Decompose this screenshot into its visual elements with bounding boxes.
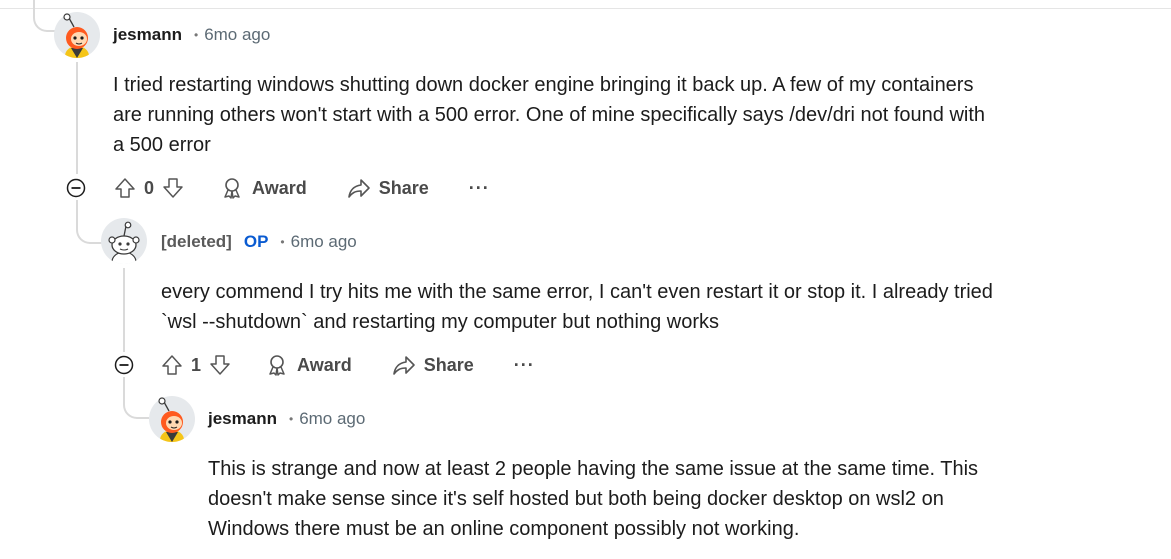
comment-body: I tried restarting windows shutting down… <box>113 70 1113 160</box>
share-label: Share <box>423 354 474 375</box>
comment-line: `wsl --shutdown` and restarting my compu… <box>161 311 720 333</box>
share-button[interactable]: Share <box>347 176 429 200</box>
award-icon <box>269 355 285 376</box>
comment-line: every commend I try hits me with the sam… <box>161 281 993 303</box>
thread-line-comment-2 <box>123 268 125 352</box>
username[interactable]: jesmann <box>113 25 182 45</box>
timestamp[interactable]: 6mo ago <box>299 409 365 429</box>
comment-line: doesn't make sense since it's self hoste… <box>208 488 944 510</box>
thread-line-comment-1-children <box>76 200 78 220</box>
award-label: Award <box>252 177 307 198</box>
collapse-minus-icon <box>114 355 134 375</box>
downvote-arrow-icon <box>210 355 230 375</box>
thread-connector-comment-2 <box>76 218 102 244</box>
more-options-button[interactable]: ··· <box>469 178 490 199</box>
downvote-button[interactable] <box>162 177 184 199</box>
downvote-button[interactable] <box>209 354 231 376</box>
comment-action-bar: 0 Award Share ··· <box>66 173 490 203</box>
upvote-button[interactable] <box>161 354 183 376</box>
award-icon <box>224 178 240 199</box>
comment-body: This is strange and now at least 2 peopl… <box>208 454 1108 544</box>
award-button[interactable]: Award <box>220 176 307 200</box>
collapse-thread-button[interactable] <box>114 355 134 375</box>
comment-line: a 500 error <box>113 134 211 156</box>
deleted-user-snoo-icon <box>101 218 147 264</box>
username[interactable]: jesmann <box>208 409 277 429</box>
comment-body: every commend I try hits me with the sam… <box>161 277 1151 337</box>
separator-dot: • <box>193 28 199 42</box>
share-button[interactable]: Share <box>392 353 474 377</box>
snoo-avatar-icon <box>149 396 195 442</box>
comment-author-row: jesmann • 6mo ago <box>113 25 270 45</box>
avatar[interactable] <box>54 12 100 58</box>
vote-count: 1 <box>191 354 202 375</box>
thread-line-comment-1 <box>76 62 78 174</box>
award-label: Award <box>297 354 352 375</box>
collapse-minus-icon <box>66 178 86 198</box>
vote-count: 0 <box>144 177 155 198</box>
thread-connector-comment-3 <box>123 394 149 419</box>
separator-dot: • <box>280 235 285 249</box>
comment-line: are running others won't start with a 50… <box>113 104 986 126</box>
downvote-arrow-icon <box>163 178 183 198</box>
thread-connector-root <box>33 14 55 32</box>
upvote-arrow-icon <box>115 178 135 198</box>
award-button[interactable]: Award <box>265 353 352 377</box>
comment-action-bar: 1 Award Share ··· <box>114 350 535 380</box>
snoo-avatar-icon <box>54 12 100 58</box>
timestamp[interactable]: 6mo ago <box>291 232 357 252</box>
comment-author-row: [deleted] OP • 6mo ago <box>161 232 357 252</box>
op-badge: OP <box>243 232 269 251</box>
comment-author-row: jesmann • 6mo ago <box>208 409 365 429</box>
share-icon <box>347 179 370 198</box>
timestamp[interactable]: 6mo ago <box>204 25 270 45</box>
upvote-button[interactable] <box>114 177 136 199</box>
comment-line: I tried restarting windows shutting down… <box>113 74 974 96</box>
comment-line: This is strange and now at least 2 peopl… <box>208 458 979 480</box>
upvote-arrow-icon <box>162 355 182 375</box>
more-options-button[interactable]: ··· <box>514 355 535 376</box>
username: [deleted] <box>161 232 232 251</box>
collapse-thread-button[interactable] <box>66 178 86 198</box>
share-label: Share <box>378 177 429 198</box>
avatar[interactable] <box>149 396 195 442</box>
top-divider <box>0 8 1171 9</box>
avatar[interactable] <box>101 218 147 264</box>
share-icon <box>392 356 415 375</box>
comment-line: Windows there must be an online componen… <box>208 518 800 540</box>
separator-dot: • <box>288 412 294 426</box>
